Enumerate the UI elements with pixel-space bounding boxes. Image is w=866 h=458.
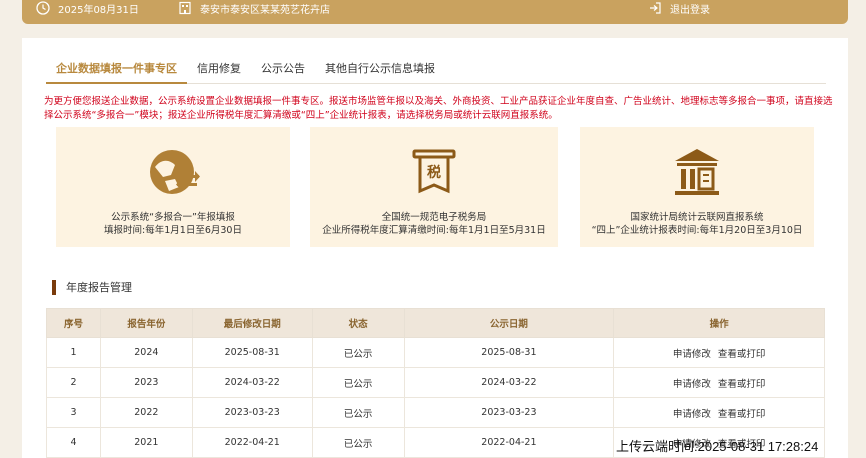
- col-header-no: 序号: [46, 308, 101, 338]
- cell-modified: 2022-04-21: [191, 427, 313, 458]
- view-print-link[interactable]: 查看或打印: [718, 349, 766, 360]
- cell-published: 2022-04-21: [403, 427, 615, 458]
- cell-actions: 申请修改 查看或打印: [613, 397, 825, 428]
- tab-label: 其他自行公示信息填报: [325, 62, 435, 75]
- cell-status: 已公示: [311, 337, 405, 368]
- apply-modify-link[interactable]: 申请修改: [673, 349, 711, 360]
- cell-modified: 2024-03-22: [191, 367, 313, 398]
- card-tax-bureau[interactable]: 税 全国统一规范电子税务局 企业所得税年度汇算清缴时间:每年1月1日至5月31日: [310, 127, 558, 247]
- cell-year: 2021: [99, 427, 193, 458]
- cell-no: 1: [46, 337, 101, 368]
- tab-label: 公示公告: [261, 62, 305, 75]
- logout-icon: [650, 2, 661, 14]
- cell-modified: 2025-08-31: [191, 337, 313, 368]
- cell-year: 2022: [99, 397, 193, 428]
- table-row: 2 2023 2024-03-22 已公示 2024-03-22 申请修改 查看…: [46, 367, 825, 398]
- table-row: 3 2022 2023-03-23 已公示 2023-03-23 申请修改 查看…: [46, 397, 825, 428]
- cell-status: 已公示: [311, 397, 405, 428]
- tab-other-disclosure[interactable]: 其他自行公示信息填报: [315, 60, 445, 84]
- cell-status: 已公示: [311, 427, 405, 458]
- card-text: 公示系统“多报合一”年报填报 填报时间:每年1月1日至6月30日: [56, 211, 290, 237]
- cell-actions: 申请修改 查看或打印: [613, 367, 825, 398]
- apply-modify-link[interactable]: 申请修改: [673, 379, 711, 390]
- card-title: 公示系统“多报合一”年报填报: [111, 212, 235, 223]
- tab-announcements[interactable]: 公示公告: [251, 60, 315, 84]
- cell-no: 4: [46, 427, 101, 458]
- tax-icon: 税: [412, 149, 456, 194]
- date-text: 2025年08月31日: [58, 4, 139, 16]
- apply-modify-link[interactable]: 申请修改: [673, 409, 711, 420]
- upload-timestamp-overlay: 上传云端时间:2025-08-31 17:28:24: [616, 439, 819, 454]
- card-statistics[interactable]: 国家统计局统计云联网直报系统 “四上”企业统计报表时间:每年1月20日至3月10…: [580, 127, 814, 247]
- statistics-bureau-icon: [675, 149, 719, 195]
- tab-data-filing[interactable]: 企业数据填报一件事专区: [46, 60, 187, 84]
- cell-actions: 申请修改 查看或打印: [613, 337, 825, 368]
- logout-button[interactable]: 退出登录: [648, 0, 710, 16]
- tab-credit-repair[interactable]: 信用修复: [187, 60, 251, 84]
- cell-no: 2: [46, 367, 101, 398]
- cell-published: 2023-03-23: [403, 397, 615, 428]
- card-title: 全国统一规范电子税务局: [381, 212, 487, 223]
- col-header-status: 状态: [311, 308, 405, 338]
- col-header-year: 报告年份: [99, 308, 193, 338]
- table-header-row: 序号 报告年份 最后修改日期 状态 公示日期 操作: [46, 308, 825, 338]
- svg-text:税: 税: [427, 164, 441, 181]
- card-subtitle: “四上”企业统计报表时间:每年1月20日至3月10日: [591, 225, 803, 236]
- tab-bar: 企业数据填报一件事专区 信用修复 公示公告 其他自行公示信息填报: [46, 60, 826, 84]
- clock-icon: [36, 1, 50, 15]
- notice-text: 为更方便您报送企业数据，公示系统设置企业数据填报一件事专区。报送市场监管年报以及…: [44, 96, 833, 121]
- cell-modified: 2023-03-23: [191, 397, 313, 428]
- cell-year: 2024: [99, 337, 193, 368]
- building-icon: [179, 1, 191, 15]
- date-display: 2025年08月31日: [36, 0, 139, 16]
- tab-label: 企业数据填报一件事专区: [56, 62, 177, 75]
- section-title: 年度报告管理: [66, 281, 132, 294]
- table-row: 1 2024 2025-08-31 已公示 2025-08-31 申请修改 查看…: [46, 337, 825, 368]
- main-panel: 企业数据填报一件事专区 信用修复 公示公告 其他自行公示信息填报 为更方便您报送…: [22, 38, 848, 458]
- cell-published: 2024-03-22: [403, 367, 615, 398]
- cell-no: 3: [46, 397, 101, 428]
- section-marker: [52, 279, 56, 295]
- card-text: 全国统一规范电子税务局 企业所得税年度汇算清缴时间:每年1月1日至5月31日: [310, 211, 558, 237]
- card-multi-report[interactable]: 公示系统“多报合一”年报填报 填报时间:每年1月1日至6月30日: [56, 127, 290, 247]
- col-header-modified: 最后修改日期: [191, 308, 313, 338]
- card-subtitle: 填报时间:每年1月1日至6月30日: [104, 225, 242, 236]
- cell-status: 已公示: [311, 367, 405, 398]
- view-print-link[interactable]: 查看或打印: [718, 409, 766, 420]
- address-display: 泰安市泰安区某某苑艺花卉店: [178, 0, 330, 16]
- tab-label: 信用修复: [197, 62, 241, 75]
- top-bar: 2025年08月31日 泰安市泰安区某某苑艺花卉店 退出登录: [22, 0, 848, 24]
- col-header-actions: 操作: [613, 308, 825, 338]
- section-header: 年度报告管理: [52, 279, 132, 295]
- cell-published: 2025-08-31: [403, 337, 615, 368]
- card-text: 国家统计局统计云联网直报系统 “四上”企业统计报表时间:每年1月20日至3月10…: [580, 211, 814, 237]
- multi-report-icon: [150, 150, 200, 194]
- col-header-published: 公示日期: [403, 308, 615, 338]
- logout-label: 退出登录: [670, 4, 710, 16]
- address-text: 泰安市泰安区某某苑艺花卉店: [200, 4, 330, 16]
- view-print-link[interactable]: 查看或打印: [718, 379, 766, 390]
- card-subtitle: 企业所得税年度汇算清缴时间:每年1月1日至5月31日: [322, 225, 546, 236]
- cell-year: 2023: [99, 367, 193, 398]
- card-title: 国家统计局统计云联网直报系统: [630, 212, 764, 223]
